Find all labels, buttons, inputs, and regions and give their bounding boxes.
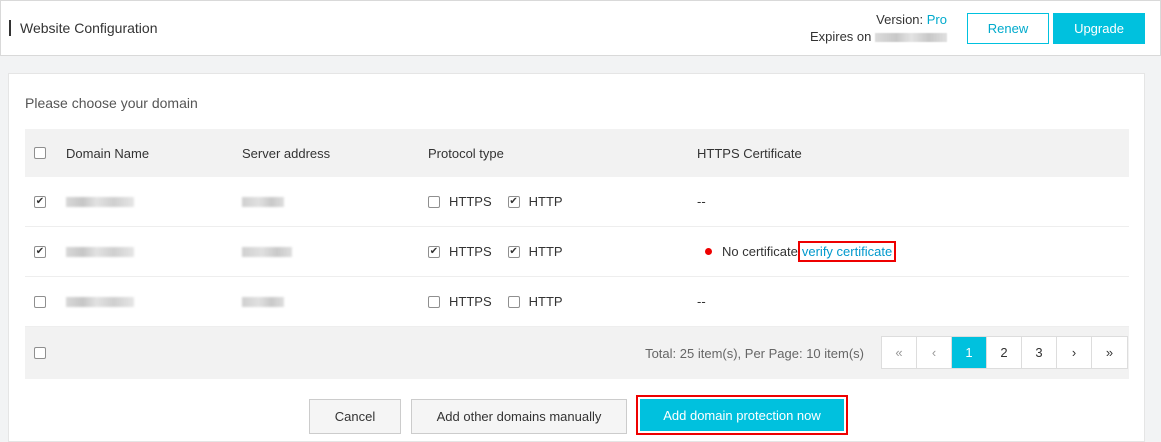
column-header-domain: Domain Name [66, 145, 150, 161]
server-address-redacted [242, 196, 284, 207]
cancel-button[interactable]: Cancel [309, 399, 401, 434]
expires-date-redacted [875, 33, 947, 43]
cert-cell: No certificate verify certificate [701, 227, 897, 276]
domain-table: Domain Name Server address Protocol type… [25, 129, 1129, 379]
domain-name-redacted [66, 196, 134, 207]
http-label: HTTP [528, 194, 563, 209]
http-label: HTTP [528, 244, 563, 259]
table-footer: Total: 25 item(s), Per Page: 10 item(s) … [25, 327, 1129, 379]
top-bar: Website Configuration Version: Pro Expir… [0, 0, 1161, 56]
first-page-button[interactable]: « [882, 337, 917, 368]
card-title: Please choose your domain [25, 95, 198, 111]
version-info: Version: Pro Expires on [810, 11, 947, 45]
action-bar: Cancel Add other domains manually Add do… [9, 395, 1146, 435]
table-header: Domain Name Server address Protocol type… [25, 129, 1129, 177]
cert-cell: -- [697, 194, 706, 209]
page-1-button[interactable]: 1 [952, 337, 987, 368]
column-header-protocol: Protocol type [428, 145, 504, 161]
add-domain-protection-button[interactable]: Add domain protection now [640, 399, 844, 431]
last-page-button[interactable]: » [1092, 337, 1127, 368]
https-label: HTTPS [449, 294, 492, 309]
server-address-redacted [242, 246, 292, 257]
page-2-button[interactable]: 2 [987, 337, 1022, 368]
http-label: HTTP [528, 294, 563, 309]
expires-label: Expires on [809, 29, 872, 44]
https-checkbox[interactable] [428, 195, 440, 208]
version-value: Pro [926, 12, 947, 27]
https-checkbox[interactable] [428, 245, 440, 258]
add-domains-manually-button[interactable]: Add other domains manually [411, 399, 627, 434]
domain-name-redacted [66, 296, 134, 307]
page-title-wrap: Website Configuration [9, 19, 157, 37]
status-dot-icon [705, 248, 712, 255]
footer-select-all-checkbox[interactable] [34, 347, 46, 359]
prev-page-button[interactable]: ‹ [917, 337, 952, 368]
domain-name-redacted [66, 246, 134, 257]
column-header-certificate: HTTPS Certificate [697, 145, 802, 161]
title-accent-bar [9, 20, 11, 36]
pagination-total: Total: 25 item(s), Per Page: 10 item(s) [645, 345, 864, 361]
add-protection-highlight: Add domain protection now [636, 395, 848, 435]
cert-cell: -- [697, 294, 706, 309]
http-checkbox[interactable] [507, 245, 520, 258]
row-checkbox[interactable] [34, 245, 46, 258]
verify-certificate-link[interactable]: verify certificate [797, 241, 897, 262]
https-label: HTTPS [449, 244, 492, 259]
select-all-checkbox[interactable] [34, 147, 46, 159]
page-3-button[interactable]: 3 [1022, 337, 1057, 368]
renew-button[interactable]: Renew [967, 13, 1049, 44]
column-header-server: Server address [242, 145, 331, 161]
http-checkbox[interactable] [507, 195, 520, 208]
pagination: « ‹ 1 2 3 › » [881, 336, 1128, 369]
cert-status: No certificate [722, 244, 798, 259]
next-page-button[interactable]: › [1057, 337, 1092, 368]
version-label: Version: [876, 12, 927, 27]
page-title: Website Configuration [20, 20, 158, 36]
http-checkbox[interactable] [507, 295, 520, 308]
upgrade-button[interactable]: Upgrade [1053, 13, 1145, 44]
table-row: HTTPS HTTP -- [25, 177, 1129, 227]
https-checkbox[interactable] [428, 295, 440, 308]
domain-card: Please choose your domain Domain Name Se… [8, 73, 1145, 442]
table-row: HTTPS HTTP -- [25, 277, 1129, 327]
table-row: HTTPS HTTP No certificate verify certifi… [25, 227, 1129, 277]
row-checkbox[interactable] [34, 295, 46, 308]
https-label: HTTPS [449, 194, 492, 209]
row-checkbox[interactable] [34, 195, 46, 208]
server-address-redacted [242, 296, 284, 307]
